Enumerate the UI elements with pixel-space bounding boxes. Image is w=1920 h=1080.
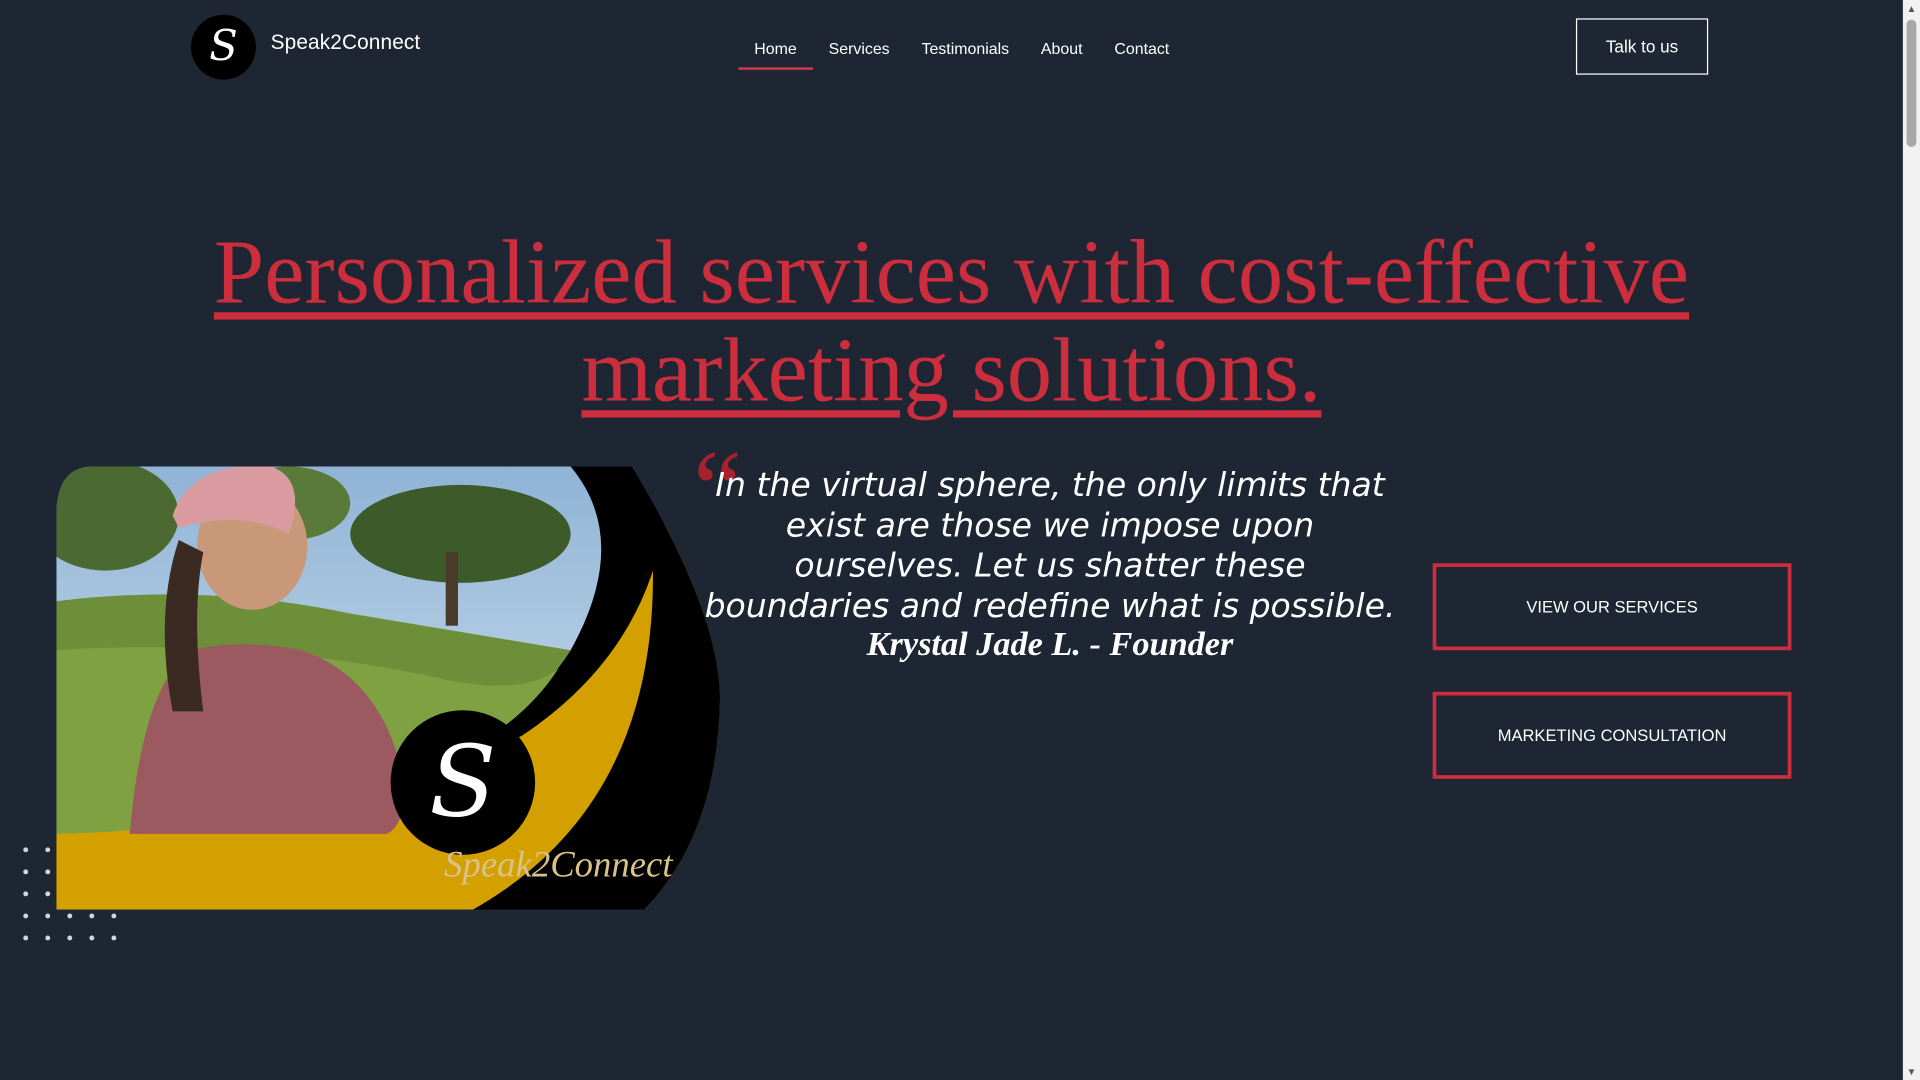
scrollbar[interactable]: ▲ ▼ (1902, 0, 1920, 1080)
hero-image: S Speak2Connect (56, 466, 721, 910)
page: S Speak2Connect Home Services Testimonia… (0, 0, 1920, 1080)
nav-contact[interactable]: Contact (1098, 29, 1185, 69)
logo-glyph: S (209, 21, 238, 71)
view-services-button[interactable]: VIEW OUR SERVICES (1432, 563, 1792, 651)
scroll-down-icon[interactable]: ▼ (1903, 1063, 1920, 1080)
brand-name[interactable]: Speak2Connect (271, 31, 421, 55)
headline-line-1: Personalized services with cost-effectiv… (213, 222, 1690, 324)
scroll-thumb[interactable] (1906, 19, 1917, 147)
marketing-consultation-button[interactable]: MARKETING CONSULTATION (1432, 691, 1792, 779)
nav-about[interactable]: About (1025, 29, 1098, 69)
logo-icon[interactable]: S (191, 14, 256, 80)
headline-line-2: marketing solutions. (581, 320, 1322, 422)
decorative-dots (23, 847, 117, 941)
svg-text:S: S (429, 726, 496, 840)
scroll-up-icon[interactable]: ▲ (1903, 0, 1920, 17)
main-nav: Home Services Testimonials About Contact (738, 29, 1185, 70)
nav-home[interactable]: Home (738, 29, 813, 70)
founder-quote: In the virtual sphere, the only limits t… (704, 466, 1396, 626)
quote-author: Krystal Jade L. - Founder (866, 625, 1234, 664)
nav-testimonials[interactable]: Testimonials (906, 29, 1025, 69)
nav-services[interactable]: Services (813, 29, 906, 69)
image-logo-text: Speak2Connect (444, 844, 673, 885)
hero-headline: Personalized services with cost-effectiv… (147, 224, 1756, 420)
talk-to-us-button[interactable]: Talk to us (1575, 18, 1709, 75)
